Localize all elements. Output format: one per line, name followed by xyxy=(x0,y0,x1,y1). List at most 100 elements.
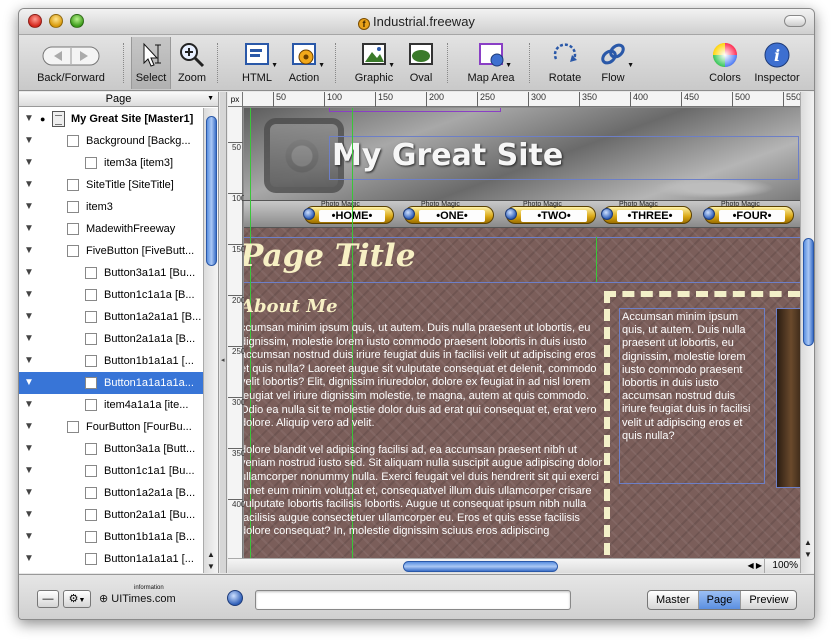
graphic-tool-button[interactable]: ▼ Graphic xyxy=(349,37,399,89)
oval-tool-button[interactable]: Oval xyxy=(403,37,439,89)
zoom-tool-button[interactable]: Zoom xyxy=(173,37,211,89)
visibility-checkbox[interactable] xyxy=(67,179,79,191)
remove-item-button[interactable]: — xyxy=(37,590,59,608)
visibility-checkbox[interactable] xyxy=(85,289,97,301)
tree-item[interactable]: ▼ Background [Backg... xyxy=(19,130,204,152)
tree-item[interactable]: ▼ SiteTitle [SiteTitle] xyxy=(19,174,204,196)
tree-item[interactable]: ▼ Button3a1a [Butt... xyxy=(19,438,204,460)
visibility-checkbox[interactable] xyxy=(85,157,97,169)
disclosure-triangle-icon[interactable]: ▼ xyxy=(24,460,34,482)
zoom-level-field[interactable]: 100% ▾ xyxy=(764,559,800,585)
horizontal-ruler[interactable]: 50 100 150 200 250 300 350 400 450 500 550 xyxy=(228,92,800,107)
tree-item[interactable]: ▼ MadewithFreeway xyxy=(19,218,204,240)
scroll-up-arrow-icon[interactable]: ▲ xyxy=(207,550,215,559)
tree-item[interactable]: ▼ Button1a1a1a1a... xyxy=(19,372,204,394)
visibility-checkbox[interactable] xyxy=(85,531,97,543)
disclosure-triangle-icon[interactable]: ▼ xyxy=(24,152,34,174)
disclosure-triangle-icon[interactable]: ▼ xyxy=(24,240,34,262)
html-tool-button[interactable]: ▼ HTML xyxy=(235,37,279,89)
sidebar-text-box[interactable]: Accumsan minim ipsum quis, ut autem. Dui… xyxy=(619,308,765,484)
page-canvas[interactable]: 50 100 150 200 250 300 350 400 450 500 550 px 50 10… xyxy=(228,92,800,573)
tree-item[interactable]: ▼ Button1c1a1a [B... xyxy=(19,284,204,306)
visibility-checkbox[interactable] xyxy=(85,355,97,367)
tree-item[interactable]: ▼ item4a1a1a [ite... xyxy=(19,394,204,416)
tree-item[interactable]: ▼ Button2a1a1a [B... xyxy=(19,328,204,350)
view-mode-page[interactable]: Page xyxy=(698,591,742,609)
tree-item[interactable]: ▼ Button1b1a1a [B... xyxy=(19,526,204,548)
tree-item[interactable]: ▼ Button1c1a1 [Bu... xyxy=(19,460,204,482)
site-title[interactable]: My Great Site xyxy=(332,138,563,173)
disclosure-triangle-icon[interactable]: ▼ xyxy=(24,350,34,372)
view-mode-master[interactable]: Master xyxy=(648,591,699,609)
nav-button[interactable]: Photo Magic •THREE• xyxy=(601,201,692,224)
gear-menu-button[interactable]: ⚙▼ xyxy=(63,590,91,608)
disclosure-triangle-icon[interactable]: ▼ xyxy=(24,548,34,570)
disclosure-triangle-icon[interactable]: ▼ xyxy=(24,130,34,152)
url-field[interactable] xyxy=(255,590,571,610)
tree-item[interactable]: ▼ Button1a2a1a1 [B... xyxy=(19,306,204,328)
scroll-left-right-arrows-icon[interactable]: ◀ ▶ xyxy=(747,559,762,573)
sidebar-image[interactable] xyxy=(776,308,800,488)
tree-item[interactable]: ▼ FourButton [FourBu... xyxy=(19,416,204,438)
disclosure-triangle-icon[interactable]: ▼ xyxy=(24,108,34,130)
map-area-tool-button[interactable]: ▼ Map Area xyxy=(463,37,519,89)
flow-tool-button[interactable]: ▼ Flow xyxy=(593,37,634,89)
disclosure-triangle-icon[interactable]: ▼ xyxy=(24,504,34,526)
about-heading[interactable]: About Me xyxy=(244,296,338,317)
visibility-checkbox[interactable] xyxy=(85,553,97,565)
visibility-checkbox[interactable] xyxy=(85,333,97,345)
back-forward-button[interactable]: Back/Forward xyxy=(27,37,115,89)
visibility-checkbox[interactable] xyxy=(67,245,79,257)
tree-item[interactable]: ▼ Button2a1a1 [Bu... xyxy=(19,504,204,526)
action-tool-button[interactable]: ▼ Action xyxy=(281,37,327,89)
vertical-ruler[interactable]: 50 100 150 200 250 300 350 400 xyxy=(228,107,245,573)
disclosure-triangle-icon[interactable]: ▼ xyxy=(24,306,34,328)
canvas-hscroll-thumb[interactable] xyxy=(403,561,558,572)
disclosure-triangle-icon[interactable]: ▼ xyxy=(24,328,34,350)
visibility-checkbox[interactable] xyxy=(85,487,97,499)
disclosure-triangle-icon[interactable]: ▼ xyxy=(24,526,34,548)
visibility-checkbox[interactable] xyxy=(85,465,97,477)
nav-button[interactable]: Photo Magic •FOUR• xyxy=(703,201,794,224)
tree-item[interactable]: ▼ item3 xyxy=(19,196,204,218)
view-mode-preview[interactable]: Preview xyxy=(741,591,796,609)
scroll-down-arrow-icon[interactable]: ▼ xyxy=(207,562,215,571)
scroll-up-arrow-icon[interactable]: ▲ xyxy=(804,538,812,547)
visibility-checkbox[interactable] xyxy=(67,223,79,235)
visibility-checkbox[interactable] xyxy=(85,311,97,323)
visibility-checkbox[interactable] xyxy=(67,421,79,433)
tree-item[interactable]: ▼ Button1a1a1a1 [... xyxy=(19,548,204,570)
disclosure-triangle-icon[interactable]: ▼ xyxy=(24,218,34,240)
header-banner-graphic[interactable]: My Great Site xyxy=(244,108,800,200)
map-area-outline[interactable] xyxy=(329,108,501,112)
canvas-horizontal-scrollbar[interactable]: ◀ ▶ 100% ▾ xyxy=(228,558,800,585)
nav-button[interactable]: Photo Magic•HOME• xyxy=(303,201,394,224)
tree-item[interactable]: ▼ Button3a1a1 [Bu... xyxy=(19,262,204,284)
disclosure-triangle-icon[interactable]: ▼ xyxy=(24,438,34,460)
disclosure-triangle-icon[interactable]: ▼ xyxy=(24,416,34,438)
globe-icon[interactable] xyxy=(227,590,243,606)
disclosure-triangle-icon[interactable]: ▼ xyxy=(24,262,34,284)
visibility-checkbox[interactable] xyxy=(85,267,97,279)
visibility-checkbox[interactable] xyxy=(85,443,97,455)
design-page[interactable]: My Great Site Photo Magic•HOME• Photo Mag… xyxy=(244,108,800,573)
nav-button[interactable]: Photo Magic •TWO• xyxy=(505,201,596,224)
tree-item[interactable]: ▼ Button1b1a1a1 [... xyxy=(19,350,204,372)
toolbar-toggle-button[interactable] xyxy=(784,15,806,27)
sidebar-header[interactable]: Page ▼ xyxy=(19,92,218,107)
disclosure-triangle-icon[interactable]: ▼ xyxy=(24,394,34,416)
scroll-down-arrow-icon[interactable]: ▼ xyxy=(804,550,812,559)
tree-item[interactable]: ▼ FiveButton [FiveButt... xyxy=(19,240,204,262)
nav-button[interactable]: Photo Magic •ONE• xyxy=(403,201,494,224)
visibility-checkbox[interactable] xyxy=(85,377,97,389)
canvas-vscroll-thumb[interactable] xyxy=(803,238,814,346)
visibility-checkbox[interactable] xyxy=(85,509,97,521)
sidebar-vertical-scrollbar[interactable]: ▲ ▼ xyxy=(203,108,218,573)
select-tool-button[interactable]: Select xyxy=(131,37,171,89)
disclosure-triangle-icon[interactable]: ▼ xyxy=(24,196,34,218)
sidebar-scroll-thumb[interactable] xyxy=(206,116,217,266)
tree-item[interactable]: ▼ ● My Great Site [Master1] xyxy=(19,108,204,130)
body-text-box[interactable]: ccumsan minim ipsum quis, ut autem. Duis… xyxy=(244,322,604,573)
visibility-checkbox[interactable] xyxy=(67,201,79,213)
tree-item[interactable]: ▼ Button1a2a1a [B... xyxy=(19,482,204,504)
